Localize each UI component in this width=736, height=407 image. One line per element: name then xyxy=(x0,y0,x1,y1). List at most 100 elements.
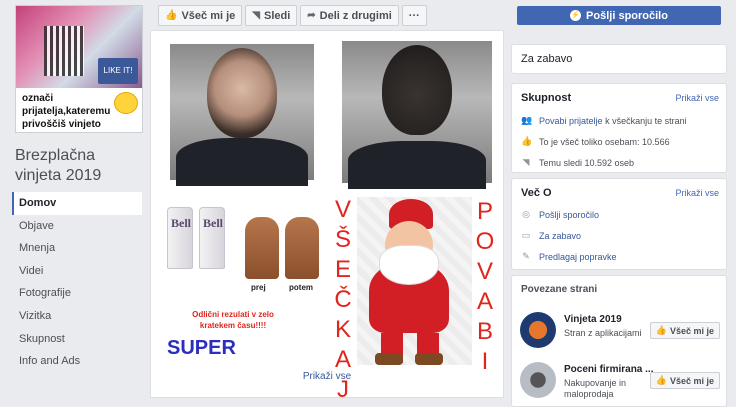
related-page-item: Poceni firmirana ... Nakupovanje in malo… xyxy=(520,362,720,402)
profile-picture-graphic: LIKE IT! xyxy=(16,6,142,88)
category-row: ▭ Za zabavo xyxy=(521,225,721,246)
vertical-letter: A xyxy=(476,288,493,315)
photo-shirt xyxy=(348,141,486,189)
vertical-text-right: P O V A B I xyxy=(475,197,495,377)
hair-after-image xyxy=(285,217,319,279)
vignette-barcode xyxy=(44,26,84,76)
follow-button[interactable]: ◥ Sledi xyxy=(245,5,298,26)
related-page-category: Stran z aplikacijami xyxy=(564,328,642,338)
nav-item-domov[interactable]: Domov xyxy=(12,192,142,215)
after-label: potem xyxy=(289,283,313,292)
invite-friends-link[interactable]: Povabi prijatelje xyxy=(539,116,603,126)
caption-line: privoščiš vinjeto xyxy=(22,119,101,130)
related-pages-title: Povezane strani xyxy=(521,284,598,295)
suggest-edits-link[interactable]: Predlagaj popravke xyxy=(539,252,617,262)
pencil-icon: ✎ xyxy=(522,251,530,261)
before-label: prej xyxy=(251,283,266,292)
vertical-letter: P xyxy=(476,198,493,225)
invite-friends-rest: k všečkanju te strani xyxy=(605,115,687,126)
share-arrow-icon: ➦ xyxy=(307,10,316,21)
related-page-category: Nakupovanje in maloprodaja xyxy=(564,378,627,399)
vertical-letter: Č xyxy=(334,286,352,313)
photo-thumbnail[interactable] xyxy=(161,35,323,189)
smiley-icon xyxy=(114,92,138,114)
nav-item-vizitka[interactable]: Vizitka xyxy=(12,305,142,328)
more-label: ··· xyxy=(408,9,420,22)
vertical-letter: V xyxy=(476,258,493,285)
nav-item-fotografije[interactable]: Fotografije xyxy=(12,282,142,305)
nav-item-videi[interactable]: Videi xyxy=(12,260,142,283)
more-about-show-all-link[interactable]: Prikaži vse xyxy=(675,188,719,198)
nav-item-info-and-ads[interactable]: Info and Ads xyxy=(12,350,142,373)
rss-icon: ◥ xyxy=(522,157,530,167)
related-page-name[interactable]: Vinjeta 2019 xyxy=(564,314,622,325)
photo-shirt xyxy=(176,138,308,186)
page-action-bar: 👍 Všeč mi je ◥ Sledi ➦ Deli z drugimi ··… xyxy=(158,5,427,26)
vertical-letter: B xyxy=(476,318,493,345)
messenger-icon: ⚡ xyxy=(570,10,582,21)
like-label: Všeč mi je xyxy=(181,9,236,22)
like-label: Všeč mi je xyxy=(669,375,714,386)
community-card: Skupnost Prikaži vse 👥 Povabi prijatelje… xyxy=(511,83,727,173)
send-message-button[interactable]: ⚡ Pošlji sporočilo xyxy=(517,6,721,25)
likes-count-row: 👍 To je všeč toliko osebam: 10.566 xyxy=(521,131,721,152)
profile-picture-caption: označi prijatelja,kateremu privoščiš vin… xyxy=(16,88,142,132)
messenger-icon: ◎ xyxy=(522,209,530,219)
photo-head-before xyxy=(207,48,277,138)
related-page-name[interactable]: Poceni firmirana ... xyxy=(564,364,653,375)
photos-show-all-link[interactable]: Prikaži vse xyxy=(150,371,504,382)
photo-thumbnail[interactable] xyxy=(336,35,498,189)
promo-text: Odlični rezulati v zelo kratekem času!!!… xyxy=(163,309,303,331)
send-message-link[interactable]: Pošlji sporočilo xyxy=(539,210,599,220)
category-label: Za zabavo xyxy=(521,53,573,65)
related-page-like-button[interactable]: 👍 Všeč mi je xyxy=(649,322,720,339)
promo-line: kratekem času!!!! xyxy=(199,321,267,330)
page-profile-picture[interactable]: LIKE IT! označi prijatelja,kateremu priv… xyxy=(15,5,143,133)
community-title: Skupnost xyxy=(521,92,572,104)
related-page-like-button[interactable]: 👍 Všeč mi je xyxy=(649,372,720,389)
like-it-badge: LIKE IT! xyxy=(98,58,138,84)
send-message-label: Pošlji sporočilo xyxy=(586,9,668,22)
like-page-button[interactable]: 👍 Všeč mi je xyxy=(158,5,243,26)
vertical-letter: E xyxy=(334,256,351,283)
brand-label: Bell xyxy=(171,216,191,230)
related-pages-card: Povezane strani Vinjeta 2019 Stran z apl… xyxy=(511,275,727,407)
share-button[interactable]: ➦ Deli z drugimi xyxy=(300,5,399,26)
follow-label: Sledi xyxy=(263,9,291,22)
share-label: Deli z drugimi xyxy=(319,9,392,22)
rss-icon: ◥ xyxy=(252,10,260,21)
super-headline: SUPER xyxy=(167,337,236,359)
category-link[interactable]: Za zabavo xyxy=(539,231,581,241)
nav-item-skupnost[interactable]: Skupnost xyxy=(12,328,142,351)
santa-beard xyxy=(379,245,439,285)
photo-thumbnail[interactable]: V Š E Č K A J P O V A B I xyxy=(329,193,499,403)
category-card: Za zabavo xyxy=(511,44,727,74)
nav-item-objave[interactable]: Objave xyxy=(12,215,142,238)
follows-count-row: ◥ Temu sledi 10.592 oseb xyxy=(521,152,721,173)
avatar[interactable] xyxy=(520,312,556,348)
send-message-row: ◎ Pošlji sporočilo xyxy=(521,204,721,225)
santa-boot xyxy=(415,353,443,365)
page-nav: Domov Objave Mnenja Videi Fotografije Vi… xyxy=(12,192,142,373)
santa-boot xyxy=(375,353,403,365)
vertical-letter: O xyxy=(475,228,495,255)
more-about-title: Več O xyxy=(521,187,552,199)
thumbs-up-icon: 👍 xyxy=(521,136,533,146)
community-show-all-link[interactable]: Prikaži vse xyxy=(675,93,719,103)
category-icon: ▭ xyxy=(521,230,531,240)
related-page-item: Vinjeta 2019 Stran z aplikacijami 👍 Všeč… xyxy=(520,312,720,352)
photo-thumbnail[interactable]: Bell Bell prej potem Odlični rezulati v … xyxy=(155,201,325,369)
avatar[interactable] xyxy=(520,362,556,398)
likes-count: To je všeč toliko osebam: 10.566 xyxy=(539,136,670,147)
suggest-edits-row: ✎ Predlagaj popravke xyxy=(521,246,721,267)
product-bottle: Bell xyxy=(199,207,225,269)
vertical-letter: V xyxy=(334,196,351,223)
photo-head-after xyxy=(382,45,452,135)
like-label: Všeč mi je xyxy=(669,325,714,336)
product-bottle: Bell xyxy=(167,207,193,269)
vertical-letter: K xyxy=(334,316,351,343)
more-about-card: Več O Prikaži vse ◎ Pošlji sporočilo ▭ Z… xyxy=(511,178,727,270)
vertical-letter: Š xyxy=(334,226,351,253)
nav-item-mnenja[interactable]: Mnenja xyxy=(12,237,142,260)
more-options-button[interactable]: ··· xyxy=(401,5,427,26)
